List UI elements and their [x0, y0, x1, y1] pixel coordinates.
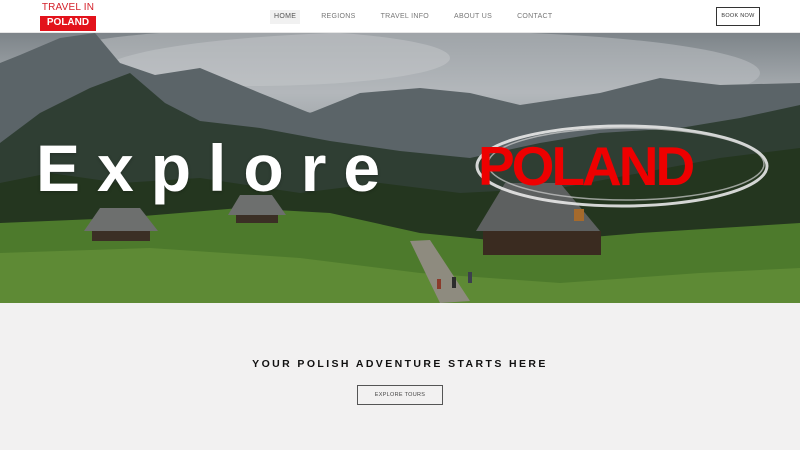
chalet-window: [574, 209, 584, 221]
chalet-wall: [483, 231, 601, 255]
main-nav: HOME REGIONS TRAVEL INFO ABOUT US CONTAC…: [270, 10, 574, 24]
hut-wall: [236, 215, 278, 223]
hut-wall: [92, 231, 150, 241]
explore-tours-button[interactable]: EXPLORE TOURS: [357, 385, 443, 405]
nav-item-about-us[interactable]: ABOUT US: [450, 10, 496, 24]
hiker: [468, 272, 472, 283]
logo-bottom-text: POLAND: [40, 16, 96, 31]
hiker: [452, 277, 456, 288]
nav-item-regions[interactable]: REGIONS: [317, 10, 359, 24]
site-header: TRAVEL IN POLAND HOME REGIONS TRAVEL INF…: [0, 0, 800, 33]
hero-banner: Explore POLAND: [0, 33, 800, 303]
hero-headline-explore: Explore: [36, 131, 398, 205]
nav-item-contact[interactable]: CONTACT: [513, 10, 556, 24]
hiker: [437, 279, 441, 289]
intro-section: YOUR POLISH ADVENTURE STARTS HERE EXPLOR…: [0, 303, 800, 450]
section-tagline: YOUR POLISH ADVENTURE STARTS HERE: [252, 358, 548, 370]
nav-item-home[interactable]: HOME: [270, 10, 301, 24]
site-logo[interactable]: TRAVEL IN POLAND: [40, 2, 96, 31]
nav-item-travel-info[interactable]: TRAVEL INFO: [377, 10, 433, 24]
hero-headline-poland: POLAND: [478, 135, 695, 197]
logo-top-text: TRAVEL IN: [41, 2, 95, 13]
book-now-button[interactable]: BOOK NOW: [716, 7, 760, 26]
